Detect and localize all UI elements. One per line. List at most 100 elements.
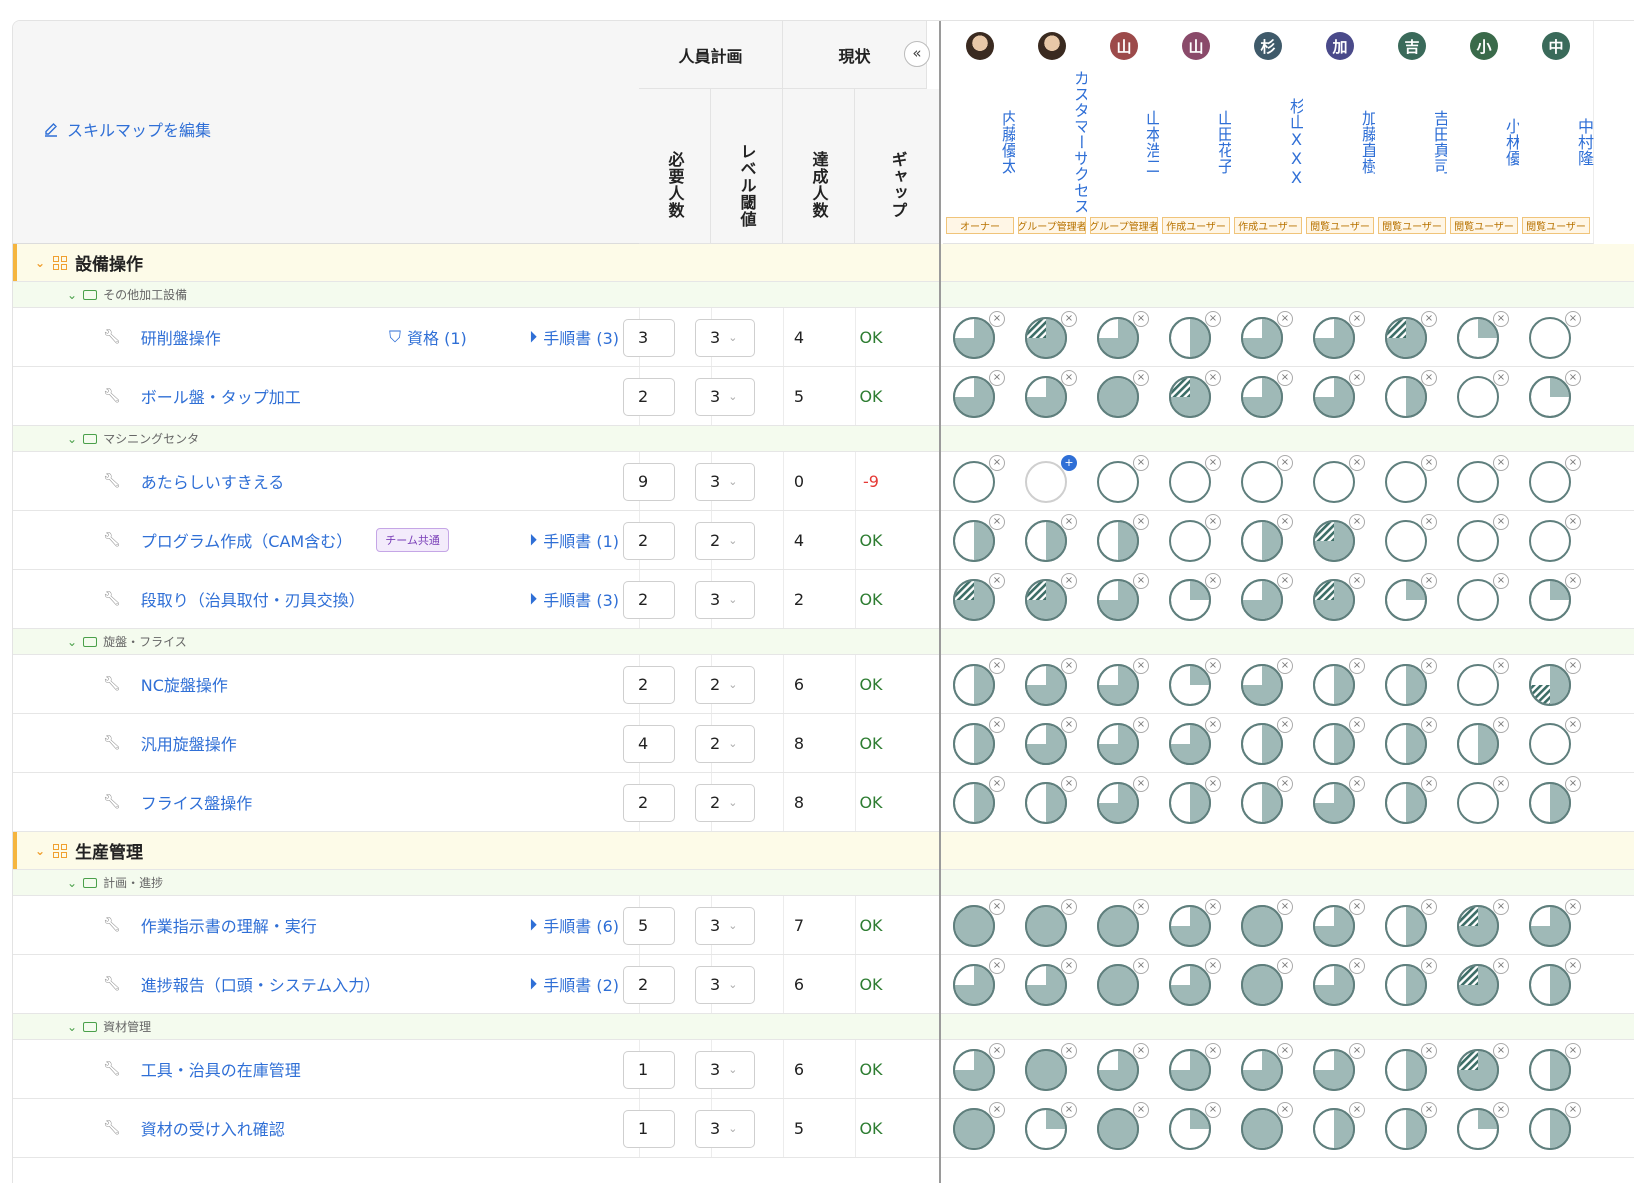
collapse-button[interactable]: « xyxy=(904,41,930,67)
subcategory-title[interactable]: ⌄ 資材管理 xyxy=(67,1014,151,1039)
required-count-input[interactable]: 3 xyxy=(623,318,675,357)
clear-level-button[interactable]: × xyxy=(989,898,1005,915)
clear-level-button[interactable]: × xyxy=(1493,1042,1509,1059)
skill-name-link[interactable]: 🔧︎ 汎用旋盤操作 xyxy=(103,714,237,772)
clear-level-button[interactable]: × xyxy=(1205,513,1221,530)
required-count-input[interactable]: 2 xyxy=(623,580,675,619)
skill-name-link[interactable]: 🔧︎ 資材の受け入れ確認 xyxy=(103,1099,285,1157)
skill-name-link[interactable]: 🔧︎ 作業指示書の理解・実行 xyxy=(103,896,317,954)
level-threshold-select[interactable]: 3 ⌄ xyxy=(695,1050,755,1089)
clear-level-button[interactable]: × xyxy=(1421,657,1437,674)
clear-level-button[interactable]: × xyxy=(1133,572,1149,589)
clear-level-button[interactable]: × xyxy=(1061,657,1077,674)
clear-level-button[interactable]: × xyxy=(1565,369,1581,386)
clear-level-button[interactable]: × xyxy=(1493,369,1509,386)
clear-level-button[interactable]: × xyxy=(1061,513,1077,530)
clear-level-button[interactable]: × xyxy=(1277,716,1293,733)
level-threshold-select[interactable]: 3 ⌄ xyxy=(695,377,755,416)
clear-level-button[interactable]: × xyxy=(1421,572,1437,589)
clear-level-button[interactable]: × xyxy=(1349,310,1365,327)
clear-level-button[interactable]: × xyxy=(1349,716,1365,733)
required-count-input[interactable]: 4 xyxy=(623,724,675,763)
clear-level-button[interactable]: × xyxy=(1277,1042,1293,1059)
clear-level-button[interactable]: × xyxy=(1349,898,1365,915)
clear-level-button[interactable]: × xyxy=(1565,513,1581,530)
clear-level-button[interactable]: × xyxy=(1205,657,1221,674)
clear-level-button[interactable]: × xyxy=(989,572,1005,589)
clear-level-button[interactable]: × xyxy=(1421,310,1437,327)
user-name-link[interactable]: カスタマーサクセス xyxy=(1015,67,1090,217)
clear-level-button[interactable]: × xyxy=(1277,898,1293,915)
clear-level-button[interactable]: × xyxy=(1133,898,1149,915)
manual-link[interactable]: ⏵ 手順書 (2) xyxy=(529,955,619,1013)
clear-level-button[interactable]: × xyxy=(1421,369,1437,386)
clear-level-button[interactable]: × xyxy=(1493,657,1509,674)
clear-level-button[interactable]: × xyxy=(989,716,1005,733)
clear-level-button[interactable]: × xyxy=(1277,454,1293,471)
edit-skillmap-link[interactable]: スキルマップを編集 xyxy=(43,117,211,141)
chevron-down-icon[interactable]: ⌄ xyxy=(67,635,77,649)
category-title[interactable]: ⌄ 生産管理 xyxy=(35,832,143,869)
clear-level-button[interactable]: × xyxy=(1565,572,1581,589)
category-title[interactable]: ⌄ 設備操作 xyxy=(35,244,143,281)
level-threshold-select[interactable]: 3 ⌄ xyxy=(695,1109,755,1148)
clear-level-button[interactable]: × xyxy=(1061,716,1077,733)
clear-level-button[interactable]: × xyxy=(1421,957,1437,974)
clear-level-button[interactable]: × xyxy=(1349,657,1365,674)
manual-link[interactable]: ⏵ 手順書 (3) xyxy=(529,570,619,628)
level-threshold-select[interactable]: 3 ⌄ xyxy=(695,906,755,945)
clear-level-button[interactable]: × xyxy=(1205,1042,1221,1059)
manual-link[interactable]: ⏵ 手順書 (1) xyxy=(529,511,619,569)
skill-name-link[interactable]: 🔧︎ 工具・治具の在庫管理 xyxy=(103,1040,301,1098)
user-name-link[interactable]: 内藤優太 xyxy=(943,67,1018,217)
clear-level-button[interactable]: × xyxy=(1205,369,1221,386)
chevron-down-icon[interactable]: ⌄ xyxy=(67,288,77,302)
clear-level-button[interactable]: × xyxy=(1349,369,1365,386)
clear-level-button[interactable]: × xyxy=(989,369,1005,386)
subcategory-title[interactable]: ⌄ その他加工設備 xyxy=(67,282,187,307)
skill-name-link[interactable]: 🔧︎ プログラム作成（CAM含む） チーム共通 xyxy=(103,511,449,569)
level-threshold-select[interactable]: 3 ⌄ xyxy=(695,462,755,501)
skill-name-link[interactable]: 🔧︎ 進捗報告（口頭・システム入力） xyxy=(103,955,380,1013)
user-name-link[interactable]: 吉田真司 xyxy=(1375,67,1450,217)
clear-level-button[interactable]: × xyxy=(1349,957,1365,974)
clear-level-button[interactable]: × xyxy=(1205,775,1221,792)
clear-level-button[interactable]: × xyxy=(1061,369,1077,386)
skill-name-link[interactable]: 🔧︎ 段取り（治具取付・刃具交換） xyxy=(103,570,365,628)
subcategory-title[interactable]: ⌄ 計画・進捗 xyxy=(67,870,163,895)
clear-level-button[interactable]: × xyxy=(1421,454,1437,471)
clear-level-button[interactable]: × xyxy=(1493,957,1509,974)
clear-level-button[interactable]: × xyxy=(1565,898,1581,915)
clear-level-button[interactable]: × xyxy=(1349,454,1365,471)
required-count-input[interactable]: 2 xyxy=(623,965,675,1004)
skill-name-link[interactable]: 🔧︎ フライス盤操作 xyxy=(103,773,252,831)
clear-level-button[interactable]: × xyxy=(1061,572,1077,589)
chevron-down-icon[interactable]: ⌄ xyxy=(67,1020,77,1034)
chevron-down-icon[interactable]: ⌄ xyxy=(67,876,77,890)
chevron-down-icon[interactable]: ⌄ xyxy=(35,844,45,858)
clear-level-button[interactable]: × xyxy=(1421,513,1437,530)
user-name-link[interactable]: 山田花子 xyxy=(1159,67,1234,217)
clear-level-button[interactable]: × xyxy=(1565,1042,1581,1059)
user-name-link[interactable]: 加藤直樹 xyxy=(1303,67,1378,217)
clear-level-button[interactable]: × xyxy=(1133,957,1149,974)
clear-level-button[interactable]: × xyxy=(1349,572,1365,589)
clear-level-button[interactable]: × xyxy=(1277,957,1293,974)
level-threshold-select[interactable]: 2 ⌄ xyxy=(695,783,755,822)
clear-level-button[interactable]: × xyxy=(1493,775,1509,792)
level-threshold-select[interactable]: 2 ⌄ xyxy=(695,724,755,763)
level-threshold-select[interactable]: 2 ⌄ xyxy=(695,521,755,560)
clear-level-button[interactable]: × xyxy=(1061,310,1077,327)
clear-level-button[interactable]: × xyxy=(989,513,1005,530)
clear-level-button[interactable]: × xyxy=(1133,657,1149,674)
clear-level-button[interactable]: × xyxy=(1133,369,1149,386)
clear-level-button[interactable]: × xyxy=(1565,716,1581,733)
clear-level-button[interactable]: × xyxy=(1205,898,1221,915)
clear-level-button[interactable]: × xyxy=(1133,454,1149,471)
clear-level-button[interactable]: × xyxy=(1205,1101,1221,1118)
clear-level-button[interactable]: × xyxy=(1277,369,1293,386)
required-count-input[interactable]: 2 xyxy=(623,783,675,822)
level-threshold-select[interactable]: 2 ⌄ xyxy=(695,665,755,704)
qualification-link[interactable]: ⛉ 資格 (1) xyxy=(389,308,467,366)
clear-level-button[interactable]: × xyxy=(1349,513,1365,530)
